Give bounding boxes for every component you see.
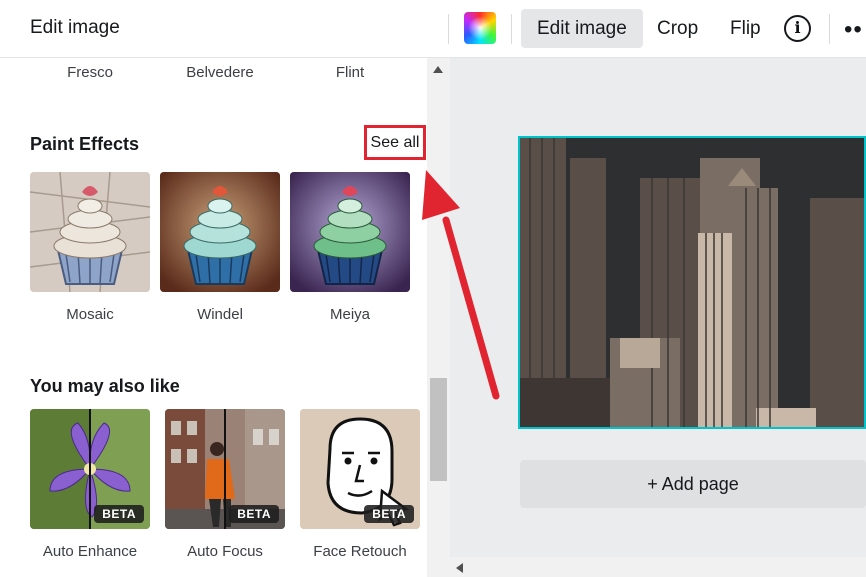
windel-thumbnail[interactable] bbox=[160, 172, 280, 292]
flip-button[interactable]: Flip bbox=[714, 9, 777, 48]
auto-focus-label: Auto Focus bbox=[187, 543, 263, 560]
face-retouch-label: Face Retouch bbox=[313, 543, 407, 560]
filter-label-fresco[interactable]: Fresco bbox=[30, 64, 150, 81]
city-skyline-photo[interactable] bbox=[518, 136, 866, 429]
toolbar-divider bbox=[829, 14, 830, 44]
paint-effects-title: Paint Effects bbox=[30, 134, 140, 154]
meiya-label: Meiya bbox=[329, 306, 370, 323]
filter-label-belvedere[interactable]: Belvedere bbox=[160, 64, 280, 81]
auto-focus-thumbnail[interactable]: BETA bbox=[165, 409, 285, 529]
edit-image-panel: Fresco Belvedere Flint Paint Effects See… bbox=[0, 58, 450, 577]
meiya-thumbnail[interactable] bbox=[290, 172, 410, 292]
toolbar-divider bbox=[511, 14, 512, 44]
mosaic-label: Mosaic bbox=[66, 306, 114, 323]
mosaic-thumbnail[interactable] bbox=[30, 172, 150, 292]
info-icon[interactable]: i bbox=[784, 15, 811, 42]
top-toolbar: Edit image Edit image Crop Flip i •• bbox=[0, 0, 866, 58]
see-all-button[interactable]: See all bbox=[364, 125, 426, 160]
more-options-icon[interactable]: •• bbox=[844, 16, 863, 44]
auto-enhance-label: Auto Enhance bbox=[42, 543, 138, 560]
beta-badge: BETA bbox=[364, 505, 414, 523]
add-page-button[interactable]: + Add page bbox=[520, 460, 866, 508]
auto-enhance-thumbnail[interactable]: BETA bbox=[30, 409, 150, 529]
canvas-horizontal-scrollbar[interactable] bbox=[450, 557, 866, 577]
crop-button[interactable]: Crop bbox=[641, 9, 714, 48]
windel-label: Windel bbox=[197, 306, 243, 323]
scroll-up-arrow-icon[interactable] bbox=[433, 66, 443, 73]
beta-badge: BETA bbox=[94, 505, 144, 523]
you-may-also-like-title: You may also like bbox=[30, 376, 180, 396]
panel-title: Edit image bbox=[30, 17, 120, 38]
toolbar-divider bbox=[448, 14, 449, 44]
edit-image-button[interactable]: Edit image bbox=[521, 9, 643, 48]
face-retouch-thumbnail[interactable]: BETA bbox=[300, 409, 420, 529]
color-picker-icon[interactable] bbox=[464, 12, 496, 44]
scroll-left-arrow-icon[interactable] bbox=[456, 563, 463, 573]
annotation-arrow-icon bbox=[422, 170, 500, 400]
beta-badge: BETA bbox=[229, 505, 279, 523]
filter-label-flint[interactable]: Flint bbox=[290, 64, 410, 81]
